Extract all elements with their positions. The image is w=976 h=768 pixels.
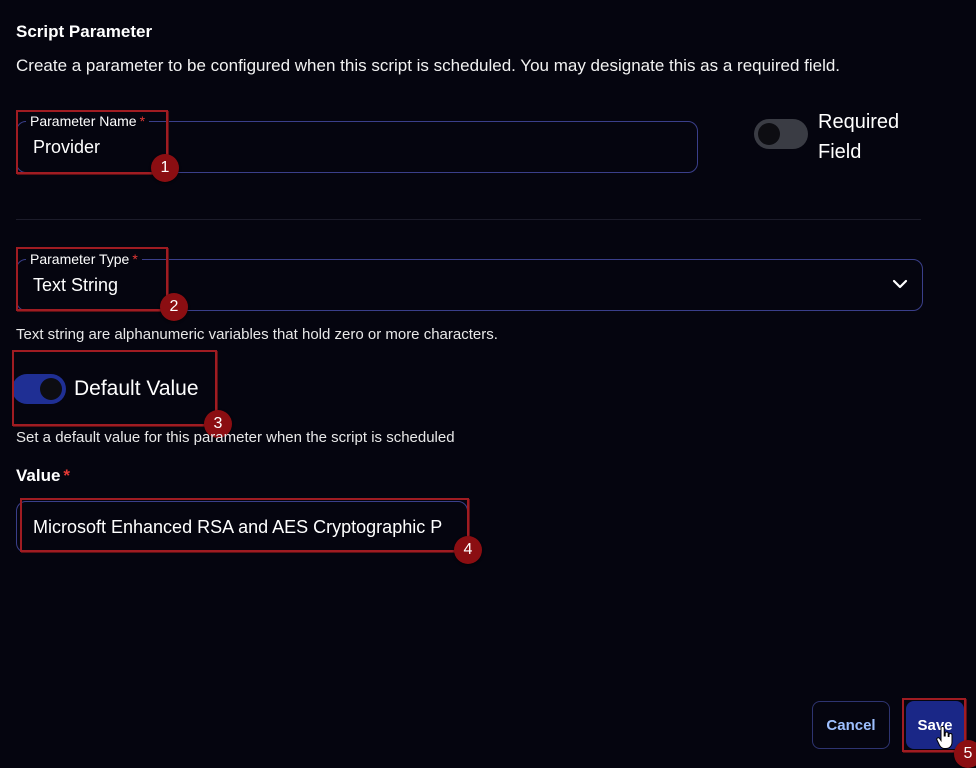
toggle-knob (758, 123, 780, 145)
annotation-box-2 (16, 247, 168, 311)
section-divider (16, 219, 921, 220)
required-field-toggle[interactable] (754, 119, 808, 149)
chevron-down-icon[interactable] (892, 278, 908, 290)
annotation-badge-1: 1 (151, 154, 179, 182)
annotation-box-4 (20, 498, 469, 552)
annotation-box-1 (16, 110, 168, 174)
annotation-badge-2: 2 (160, 293, 188, 321)
cancel-button[interactable]: Cancel (812, 701, 890, 749)
default-value-helper: Set a default value for this parameter w… (16, 429, 455, 446)
page-title: Script Parameter (16, 22, 153, 41)
hand-cursor-icon (936, 726, 953, 749)
page-description: Create a parameter to be configured when… (16, 56, 841, 75)
value-label: Value * (16, 466, 71, 485)
parameter-type-helper: Text string are alphanumeric variables t… (16, 326, 498, 343)
required-field-label: Required Field (818, 111, 900, 163)
annotation-box-3 (12, 350, 217, 426)
annotation-badge-5: 5 (954, 740, 976, 768)
required-asterisk: * (63, 466, 71, 485)
annotation-badge-4: 4 (454, 536, 482, 564)
